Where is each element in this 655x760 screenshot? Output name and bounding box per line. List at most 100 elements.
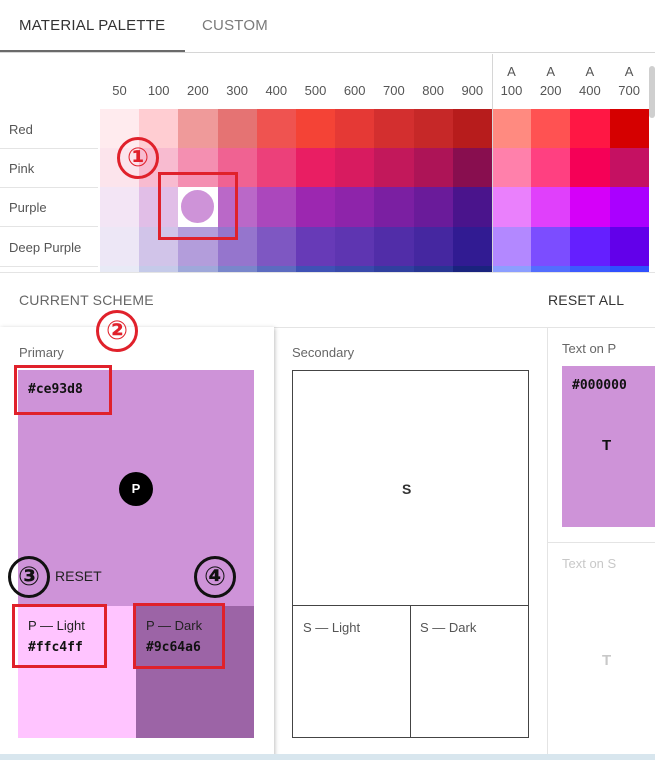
palette-scrollbar[interactable] <box>649 66 655 118</box>
text-row-divider <box>547 542 655 543</box>
palette-swatch[interactable] <box>492 148 532 188</box>
primary-reset-button[interactable]: RESET <box>55 568 102 584</box>
palette-swatch[interactable] <box>296 148 336 188</box>
palette-swatch[interactable] <box>531 148 571 188</box>
palette-swatch[interactable] <box>492 109 532 149</box>
active-tab-indicator <box>0 50 185 52</box>
palette-swatch[interactable] <box>374 226 414 266</box>
secondary-dark-label: S — Dark <box>420 620 477 635</box>
palette-swatch[interactable] <box>452 109 493 149</box>
accent-divider <box>492 54 493 272</box>
primary-badge: P <box>119 472 153 506</box>
tab-material-palette[interactable]: MATERIAL PALETTE <box>19 17 165 34</box>
secondary-light-label: S — Light <box>303 620 361 635</box>
palette-swatch[interactable] <box>374 109 414 149</box>
palette-swatch[interactable] <box>413 148 453 188</box>
palette-swatch[interactable] <box>609 187 649 227</box>
text-on-p-label: Text on P <box>562 341 617 356</box>
palette-swatch[interactable] <box>452 226 493 266</box>
current-scheme-title: CURRENT SCHEME <box>19 292 154 308</box>
text-on-s-label: Text on S <box>562 556 617 571</box>
row-divider <box>0 148 98 149</box>
annotation-box-1 <box>158 172 238 240</box>
annotation-box-2 <box>14 365 112 415</box>
palette-swatch[interactable] <box>256 148 297 188</box>
accent-header-prefix: A <box>624 64 634 79</box>
row-label-deep-purple: Deep Purple <box>9 239 82 255</box>
column-header-400: 400 <box>265 83 288 98</box>
annotation-box-3 <box>12 604 107 668</box>
text-on-p-letter: T <box>602 437 612 454</box>
palette-swatch[interactable] <box>296 226 336 266</box>
palette-swatch[interactable] <box>609 109 649 149</box>
accent-header-prefix: A <box>546 64 556 79</box>
palette-swatch[interactable] <box>570 148 610 188</box>
row-label-purple: Purple <box>9 200 47 216</box>
palette-swatch[interactable] <box>531 226 571 266</box>
annotation-number-4: ④ <box>194 556 236 598</box>
text-on-s-letter: T <box>602 652 612 669</box>
row-divider <box>0 226 98 228</box>
palette-swatch[interactable] <box>374 148 414 188</box>
column-header-100: 100 <box>147 83 170 98</box>
accent-header-700: 700 <box>618 83 640 98</box>
palette-swatch[interactable] <box>452 187 493 227</box>
palette-swatch[interactable] <box>335 187 375 227</box>
palette-swatch[interactable] <box>570 187 610 227</box>
secondary-label: Secondary <box>292 345 355 360</box>
column-header-600: 600 <box>343 83 366 98</box>
column-header-500: 500 <box>304 83 327 98</box>
palette-swatch[interactable] <box>413 226 453 266</box>
column-header-300: 300 <box>226 83 248 98</box>
annotation-number-3: ③ <box>8 556 50 598</box>
tab-custom[interactable]: CUSTOM <box>202 17 268 34</box>
palette-swatch[interactable] <box>256 109 297 149</box>
column-header-50: 50 <box>112 83 127 98</box>
text-on-p-hex: #000000 <box>572 378 627 393</box>
row-divider <box>0 265 98 267</box>
palette-swatch[interactable] <box>256 226 297 266</box>
palette-swatch[interactable] <box>100 187 140 227</box>
palette-swatch[interactable] <box>374 187 414 227</box>
palette-swatch[interactable] <box>335 226 375 266</box>
palette-swatch[interactable] <box>609 148 649 188</box>
palette-swatch[interactable] <box>570 226 610 266</box>
palette-swatch[interactable] <box>296 187 336 227</box>
palette-swatch[interactable] <box>492 187 532 227</box>
accent-header-prefix: A <box>507 64 516 79</box>
primary-label: Primary <box>19 345 64 360</box>
accent-header-prefix: A <box>585 64 595 79</box>
bottom-strip <box>0 754 655 760</box>
palette-swatch[interactable] <box>452 148 493 188</box>
palette-swatch[interactable] <box>413 109 453 149</box>
annotation-number-2: ② <box>96 310 138 352</box>
palette-swatch[interactable] <box>296 109 336 149</box>
accent-header-200: 200 <box>539 83 562 98</box>
row-label-pink: Pink <box>9 161 35 177</box>
palette-swatch[interactable] <box>531 187 571 227</box>
column-header-200: 200 <box>187 83 209 98</box>
secondary-letter: S <box>402 481 412 497</box>
palette-swatch[interactable] <box>217 109 257 149</box>
accent-header-400: 400 <box>579 83 601 98</box>
row-label-red: Red <box>9 122 33 137</box>
annotation-number-1: ① <box>117 137 159 179</box>
palette-swatch[interactable] <box>100 226 140 266</box>
palette-divider <box>0 272 655 273</box>
palette-swatch[interactable] <box>413 187 453 227</box>
palette-swatch[interactable] <box>492 226 532 266</box>
palette-swatch[interactable] <box>570 109 610 149</box>
column-header-800: 800 <box>422 83 444 98</box>
reset-all-button[interactable]: RESET ALL <box>548 292 624 308</box>
column-header-900: 900 <box>461 83 484 98</box>
palette-swatch[interactable] <box>256 187 297 227</box>
palette-swatch[interactable] <box>609 226 649 266</box>
row-divider <box>0 187 98 189</box>
palette-swatch[interactable] <box>335 109 375 149</box>
tab-bar: MATERIAL PALETTE CUSTOM <box>0 0 655 53</box>
accent-header-100: 100 <box>500 83 523 98</box>
palette-swatch[interactable] <box>531 109 571 149</box>
palette-swatch[interactable] <box>178 109 218 149</box>
palette-swatch[interactable] <box>335 148 375 188</box>
text-column-divider <box>547 327 548 760</box>
